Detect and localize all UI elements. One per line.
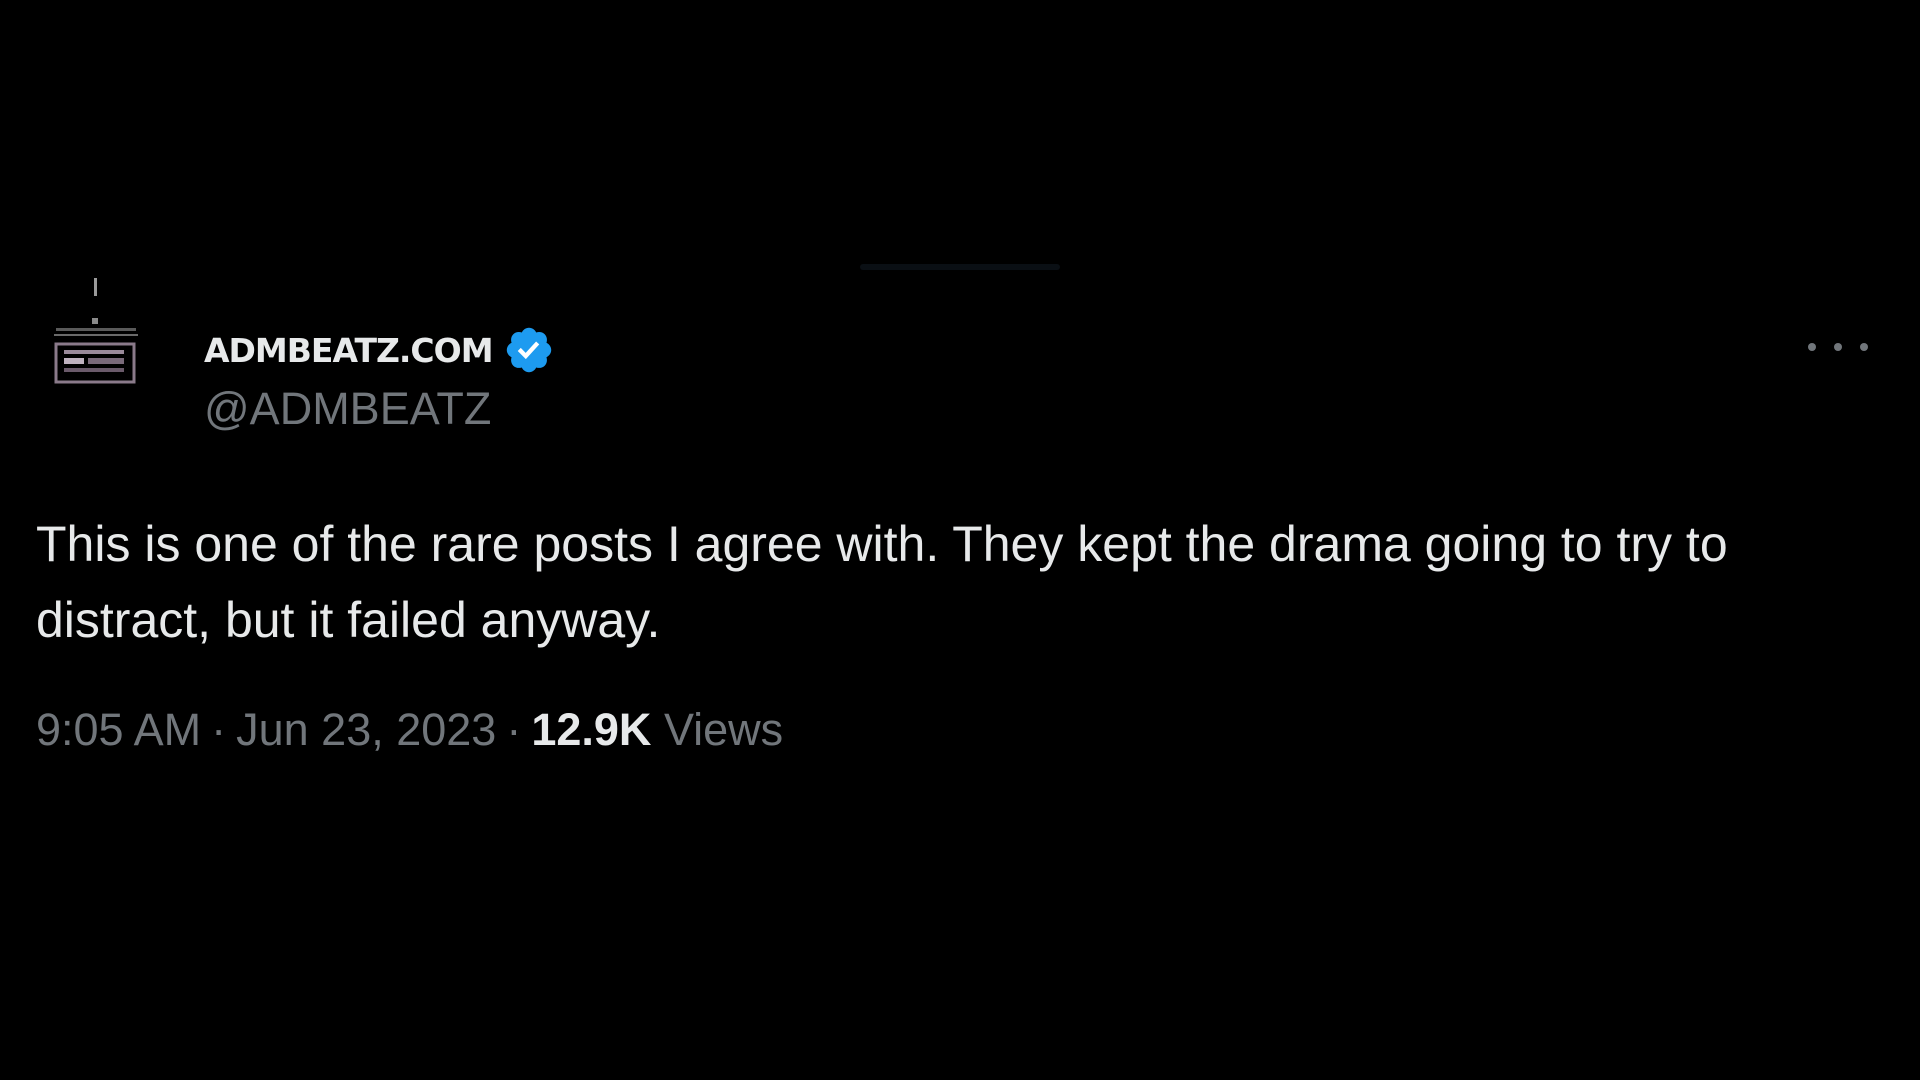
meta-separator: · [211, 704, 227, 755]
avatar[interactable] [50, 276, 144, 416]
views-count: 12.9K [531, 704, 652, 755]
account-handle[interactable]: @ADMBEATZ [204, 383, 491, 435]
views-label: Views [663, 704, 784, 755]
tweet-date[interactable]: Jun 23, 2023 [236, 704, 496, 755]
more-dot [1860, 343, 1868, 351]
tweet-time[interactable]: 9:05 AM [36, 704, 201, 755]
tweet-meta: 9:05 AM · Jun 23, 2023 · 12.9K Views [36, 704, 783, 756]
more-dot [1808, 343, 1816, 351]
verified-badge-icon[interactable] [503, 324, 555, 376]
top-divider [860, 264, 1060, 270]
meta-separator: · [506, 704, 522, 755]
more-dot [1834, 343, 1842, 351]
tweet-text: This is one of the rare posts I agree wi… [36, 516, 1728, 648]
avatar-logo-icon [54, 278, 138, 384]
display-name[interactable]: ADMBEATZ.COM [204, 331, 494, 370]
name-row: ADMBEATZ.COM [204, 324, 555, 376]
more-options-icon[interactable] [1808, 332, 1868, 362]
